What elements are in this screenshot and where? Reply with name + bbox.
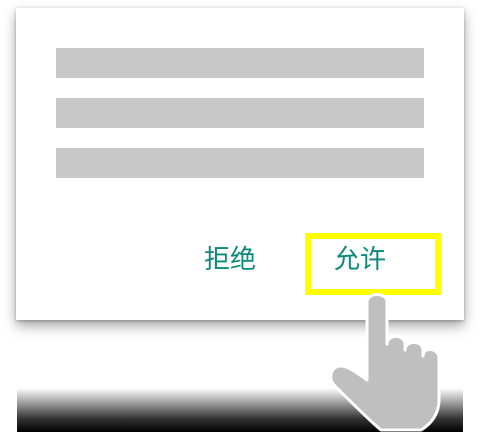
message-placeholder-line — [56, 98, 424, 128]
deny-button[interactable]: 拒绝 — [204, 247, 256, 273]
screen: 拒绝 允许 — [0, 0, 480, 432]
bottom-gradient-bar — [17, 388, 463, 432]
message-placeholder-line — [56, 148, 424, 178]
allow-button[interactable]: 允许 — [334, 247, 386, 273]
message-placeholder-line — [56, 48, 424, 78]
